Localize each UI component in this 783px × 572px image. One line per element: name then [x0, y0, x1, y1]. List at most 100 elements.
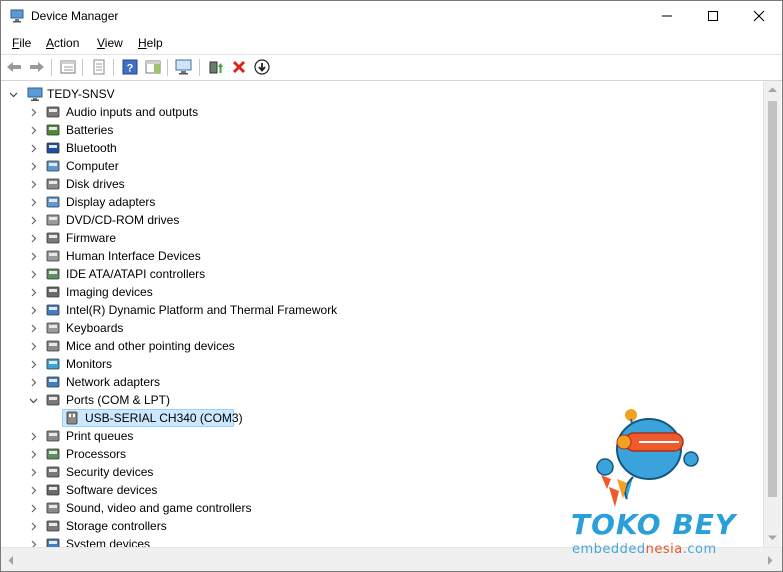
device-category-icon — [46, 250, 60, 262]
tree-item-label: Software devices — [66, 483, 158, 497]
help-icon: ? — [122, 59, 138, 75]
toolbar-separator — [167, 59, 168, 76]
print-icon — [93, 59, 105, 75]
help-button[interactable]: ? — [121, 58, 139, 76]
minimize-icon — [662, 15, 672, 17]
scroll-down-icon[interactable] — [768, 535, 777, 541]
tree-item-bluetooth[interactable]: Bluetooth — [1, 139, 763, 157]
vertical-scroll-thumb[interactable] — [768, 101, 777, 497]
chevron-right-icon[interactable] — [27, 213, 39, 227]
scroll-up-icon[interactable] — [768, 87, 777, 93]
forward-button[interactable] — [28, 58, 46, 76]
back-arrow-icon — [7, 62, 21, 72]
tree-root[interactable]: TEDY-SNSV — [1, 85, 763, 103]
tree-item-imaging-devices[interactable]: Imaging devices — [1, 283, 763, 301]
back-button[interactable] — [5, 58, 23, 76]
chevron-right-icon[interactable] — [27, 123, 39, 137]
tree-item-mice-and-other-pointing-devices[interactable]: Mice and other pointing devices — [1, 337, 763, 355]
device-category-icon — [46, 124, 60, 136]
tree-item-label: Display adapters — [66, 195, 156, 209]
tree-item-audio-inputs-and-outputs[interactable]: Audio inputs and outputs — [1, 103, 763, 121]
tree-item-display-adapters[interactable]: Display adapters — [1, 193, 763, 211]
chevron-right-icon[interactable] — [27, 159, 39, 173]
menu-view[interactable]: View — [97, 36, 123, 50]
toolbar: ? — [1, 54, 782, 81]
chevron-right-icon[interactable] — [27, 267, 39, 281]
tree-item-label: Human Interface Devices — [66, 249, 201, 263]
maximize-button[interactable] — [690, 1, 736, 31]
tree-item-keyboards[interactable]: Keyboards — [1, 319, 763, 337]
chevron-right-icon[interactable] — [27, 249, 39, 263]
menu-file[interactable]: File — [12, 36, 31, 50]
tree-item-computer[interactable]: Computer — [1, 157, 763, 175]
menu-action[interactable]: Action — [46, 36, 79, 50]
update-driver-button[interactable] — [207, 58, 225, 76]
chevron-right-icon[interactable] — [27, 177, 39, 191]
watermark-site: embeddednesia.com — [572, 542, 717, 557]
svg-text:?: ? — [127, 63, 134, 75]
chevron-down-icon[interactable] — [7, 87, 19, 101]
device-category-icon — [46, 448, 60, 460]
tree-item-label: Intel(R) Dynamic Platform and Thermal Fr… — [66, 303, 338, 317]
toolbar-separator — [113, 59, 114, 76]
device-category-icon — [46, 502, 60, 514]
tree-item-network-adapters[interactable]: Network adapters — [1, 373, 763, 391]
chevron-right-icon[interactable] — [27, 105, 39, 119]
scroll-left-icon[interactable] — [8, 556, 14, 565]
title-bar: Device Manager — [1, 1, 782, 31]
chevron-right-icon[interactable] — [27, 303, 39, 317]
vertical-scrollbar[interactable] — [763, 81, 781, 547]
chevron-right-icon[interactable] — [27, 483, 39, 497]
chevron-right-icon[interactable] — [27, 357, 39, 371]
chevron-right-icon[interactable] — [27, 375, 39, 389]
close-button[interactable] — [736, 1, 782, 31]
disable-device-button[interactable] — [253, 58, 271, 76]
tree-item-firmware[interactable]: Firmware — [1, 229, 763, 247]
scan-hardware-button[interactable] — [175, 58, 193, 76]
menu-help[interactable]: Help — [138, 36, 163, 50]
minimize-button[interactable] — [644, 1, 690, 31]
tree-item-batteries[interactable]: Batteries — [1, 121, 763, 139]
chevron-right-icon[interactable] — [27, 465, 39, 479]
chevron-right-icon[interactable] — [27, 285, 39, 299]
device-category-icon — [46, 286, 60, 298]
port-connector-icon — [66, 411, 78, 425]
tree-item-label: DVD/CD-ROM drives — [66, 213, 180, 227]
device-manager-window: Device Manager File Action View Help ? T… — [0, 0, 783, 572]
tree-item-ports-com-lpt[interactable]: Ports (COM & LPT) — [1, 391, 763, 409]
tree-item-label: Imaging devices — [66, 285, 153, 299]
chevron-right-icon[interactable] — [27, 447, 39, 461]
tree-item-monitors[interactable]: Monitors — [1, 355, 763, 373]
chevron-right-icon[interactable] — [27, 231, 39, 245]
tree-item-ide-ata-atapi-controllers[interactable]: IDE ATA/ATAPI controllers — [1, 265, 763, 283]
chevron-right-icon[interactable] — [27, 195, 39, 209]
tree-item-intel-r-dynamic-platform-and-thermal-framework[interactable]: Intel(R) Dynamic Platform and Thermal Fr… — [1, 301, 763, 319]
tree-item-disk-drives[interactable]: Disk drives — [1, 175, 763, 193]
print-button[interactable] — [90, 58, 108, 76]
chevron-right-icon[interactable] — [27, 339, 39, 353]
device-category-icon — [46, 178, 60, 190]
tree-item-label: Audio inputs and outputs — [66, 105, 199, 119]
tree-item-dvd-cd-rom-drives[interactable]: DVD/CD-ROM drives — [1, 211, 763, 229]
chevron-right-icon[interactable] — [27, 321, 39, 335]
forward-arrow-icon — [30, 62, 44, 72]
computer-icon — [27, 87, 43, 101]
uninstall-button[interactable] — [230, 58, 248, 76]
chevron-right-icon[interactable] — [27, 141, 39, 155]
chevron-right-icon[interactable] — [27, 501, 39, 515]
chevron-right-icon[interactable] — [27, 429, 39, 443]
toolbar-separator — [82, 59, 83, 76]
tree-item-label: Keyboards — [66, 321, 124, 335]
action-panel-button[interactable] — [144, 58, 162, 76]
properties-button[interactable] — [59, 58, 77, 76]
chevron-right-icon[interactable] — [27, 519, 39, 533]
scroll-right-icon[interactable] — [767, 556, 773, 565]
tree-item-label: Network adapters — [66, 375, 161, 389]
chevron-down-icon[interactable] — [27, 393, 39, 407]
menu-file-label: ile — [19, 36, 32, 50]
tree-item-label: Bluetooth — [66, 141, 117, 155]
menu-action-accesskey: A — [46, 36, 55, 50]
tree-item-human-interface-devices[interactable]: Human Interface Devices — [1, 247, 763, 265]
device-category-icon — [46, 160, 60, 172]
tree-item-label: Storage controllers — [66, 519, 167, 533]
